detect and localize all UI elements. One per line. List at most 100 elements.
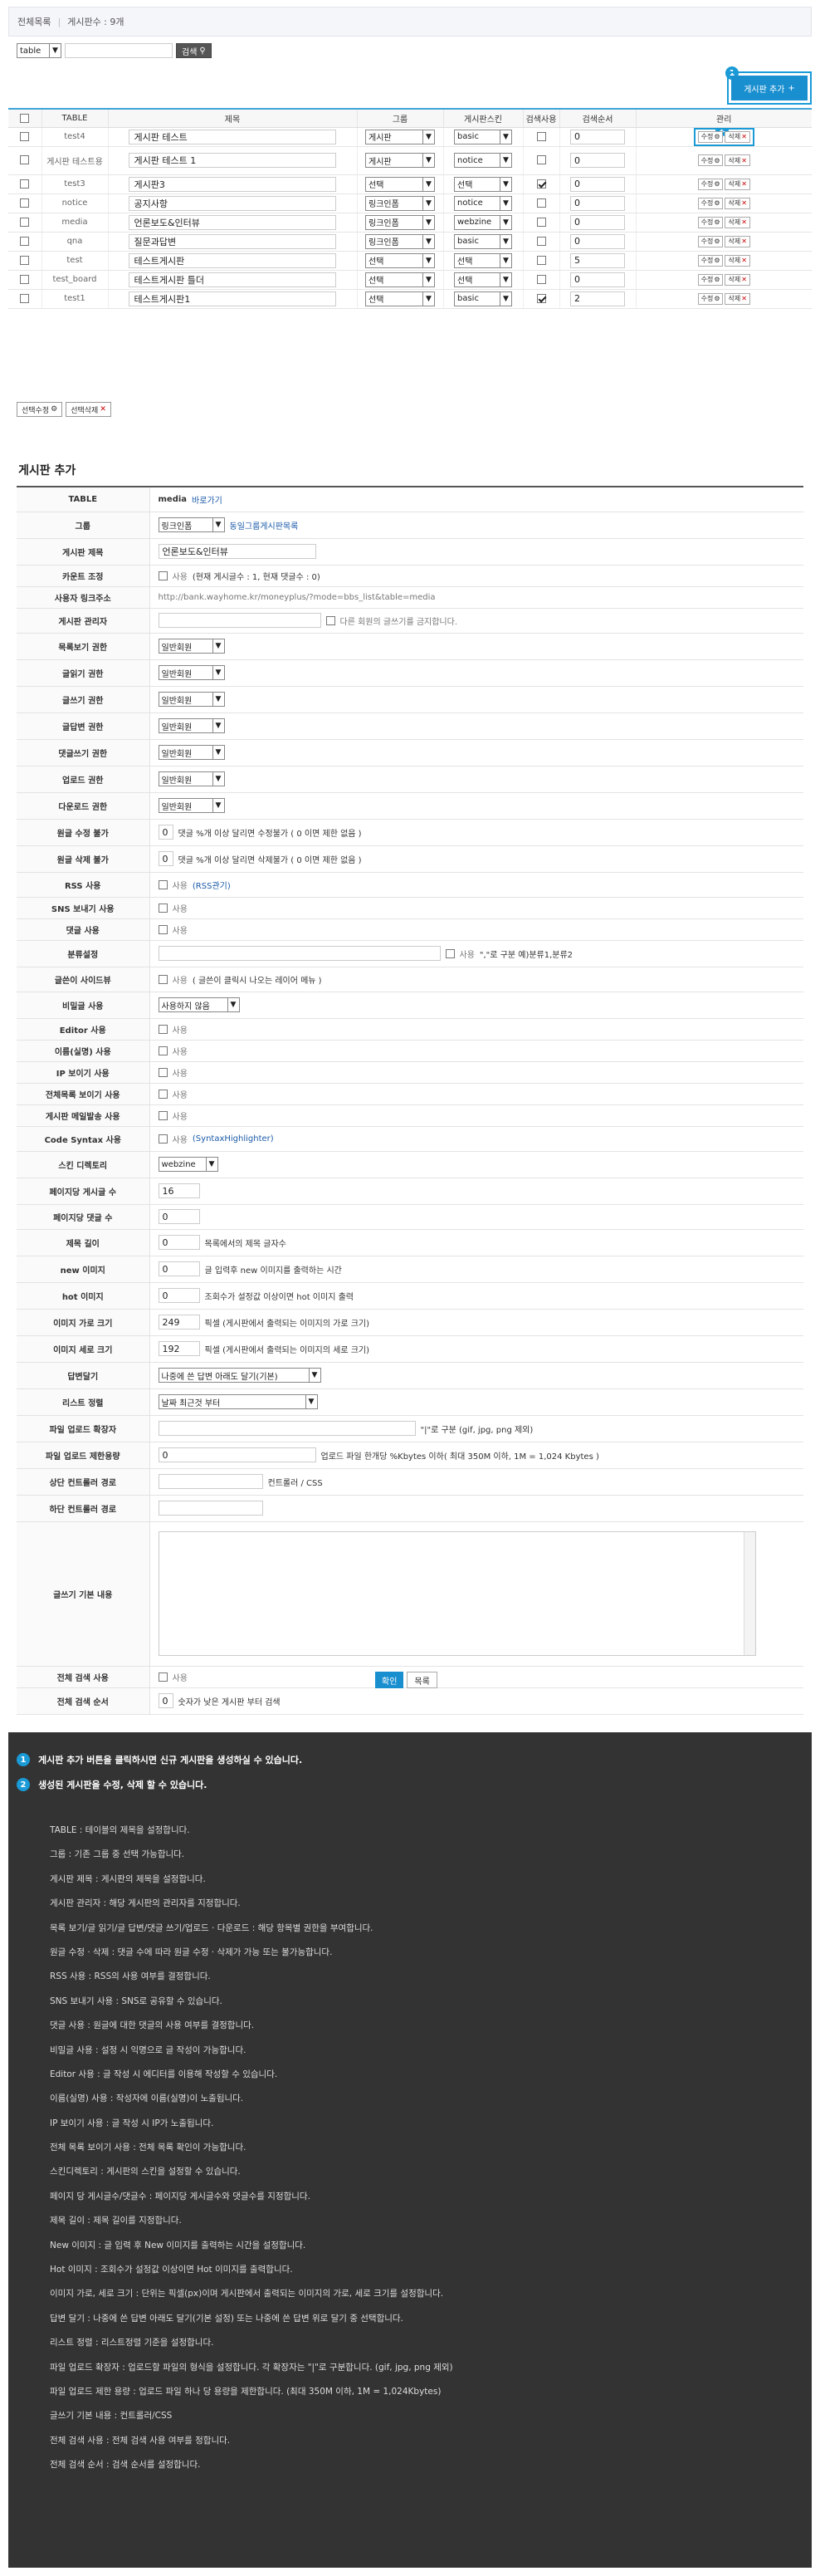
row-skin-select[interactable]: notice ▼ [454,195,512,211]
row-checkbox[interactable] [20,179,30,189]
text-input[interactable]: 0 [158,1209,200,1224]
select-field[interactable]: 일반회원 ▼ [158,745,225,760]
row-delete-button[interactable]: 삭제 ✕ [725,154,750,166]
checkbox-option[interactable]: 사용 [158,923,188,936]
text-input[interactable]: 언론보도&인터뷰 [158,544,316,559]
row-search-checkbox[interactable] [536,236,546,246]
row-edit-button[interactable]: 수정 ⚙ [697,216,724,228]
text-input[interactable]: 0 [158,1447,316,1462]
row-group-select[interactable]: 게시판 ▼ [365,129,435,144]
row-title-input[interactable]: 게시판 테스트 [128,129,336,144]
row-delete-button[interactable]: 삭제 ✕ [725,130,750,143]
search-button[interactable]: 검색 ⚲ [176,43,212,58]
checkbox-option[interactable]: 사용 [158,1088,188,1100]
row-edit-button[interactable]: 수정 ⚙ [697,273,724,286]
row-edit-button[interactable]: 수정 ⚙ [697,292,724,305]
row-order-input[interactable]: 0 [570,214,625,230]
row-skin-select[interactable]: notice ▼ [454,153,512,168]
row-title-input[interactable]: 질문과답변 [128,233,336,249]
select-field[interactable]: 날짜 최근것 부터 ▼ [158,1394,318,1409]
checkbox-option[interactable]: 사용 [158,973,188,986]
row-delete-button[interactable]: 삭제 ✕ [725,273,750,286]
row-title-input[interactable]: 게시판3 [128,176,336,192]
checkbox[interactable] [158,571,168,580]
search-field-select[interactable]: table ▼ [17,43,61,58]
select-field[interactable]: 일반회원 ▼ [158,665,225,680]
rss-link[interactable]: (RSS관기) [193,879,231,891]
checkbox[interactable] [158,1046,168,1055]
select-field[interactable]: 일반회원 ▼ [158,771,225,786]
row-order-input[interactable]: 0 [570,272,625,287]
row-edit-button[interactable]: 수정 ⚙ [697,178,724,190]
text-input[interactable] [158,1421,416,1436]
row-checkbox[interactable] [20,131,30,141]
row-skin-select[interactable]: 선택 ▼ [454,252,512,268]
row-checkbox[interactable] [20,236,30,246]
row-title-input[interactable]: 게시판 테스트 1 [128,153,336,168]
row-order-input[interactable]: 0 [570,153,625,168]
row-order-input[interactable]: 0 [570,176,625,192]
text-input[interactable]: 0 [158,1288,200,1303]
row-skin-select[interactable]: 선택 ▼ [454,176,512,192]
row-group-select[interactable]: 게시판 ▼ [365,153,435,168]
row-edit-button[interactable]: 수정 ⚙ [697,197,724,209]
row-skin-select[interactable]: webzine ▼ [454,214,512,230]
row-search-checkbox[interactable] [536,255,546,265]
row-skin-select[interactable]: basic ▼ [454,129,512,144]
row-title-input[interactable]: 테스트게시판 [128,252,336,268]
row-edit-button[interactable]: 수정 ⚙ [697,154,724,166]
row-checkbox[interactable] [20,198,30,208]
checkbox-option[interactable]: 사용 [158,1109,188,1122]
row-search-checkbox[interactable] [536,274,546,284]
row-checkbox[interactable] [20,217,30,227]
row-search-checkbox[interactable] [536,155,546,165]
row-group-select[interactable]: 선택 ▼ [365,291,435,306]
row-group-select[interactable]: 선택 ▼ [365,272,435,287]
select-field[interactable]: 링크인폼 ▼ [158,517,225,532]
list-button[interactable]: 목록 [407,1672,437,1688]
checkbox-option[interactable]: 사용 [158,1066,188,1079]
row-skin-select[interactable]: basic ▼ [454,233,512,249]
checkbox[interactable] [158,1089,168,1099]
row-edit-button[interactable]: 수정 ⚙ [697,235,724,247]
row-group-select[interactable]: 선택 ▼ [365,252,435,268]
text-input[interactable]: 0 [158,851,173,866]
row-title-input[interactable]: 테스트게시판1 [128,291,336,306]
select-field[interactable]: 일반회원 ▼ [158,692,225,707]
scrollbar[interactable] [743,1532,755,1655]
select-field[interactable]: 나중에 쓴 답변 아래도 달기(기본) ▼ [158,1368,321,1383]
text-input[interactable]: 0 [158,1235,200,1250]
checkbox[interactable] [158,974,168,984]
checkbox[interactable] [325,615,335,625]
row-edit-button[interactable]: 수정 ⚙ [697,130,724,143]
row-group-select[interactable]: 링크인폼 ▼ [365,214,435,230]
row-delete-button[interactable]: 삭제 ✕ [725,235,750,247]
row-title-input[interactable]: 공지사항 [128,195,336,211]
select-field[interactable]: 일반회원 ▼ [158,798,225,813]
checkbox-option[interactable]: 사용 [445,948,475,960]
syntax-link[interactable]: (SyntaxHighlighter) [193,1134,274,1144]
select-field[interactable]: 일반회원 ▼ [158,639,225,654]
row-group-select[interactable]: 선택 ▼ [365,176,435,192]
row-order-input[interactable]: 0 [570,195,625,211]
row-order-input[interactable]: 0 [570,233,625,249]
checkbox[interactable] [158,1134,168,1144]
text-input[interactable] [158,1474,263,1489]
checkbox-option[interactable]: 사용 [158,570,188,582]
text-input[interactable] [158,613,321,628]
row-checkbox[interactable] [20,155,30,165]
row-delete-button[interactable]: 삭제 ✕ [725,197,750,209]
checkbox[interactable] [158,1067,168,1077]
row-checkbox[interactable] [20,255,30,265]
search-input[interactable] [65,43,173,58]
text-input[interactable]: 16 [158,1183,200,1198]
row-order-input[interactable]: 5 [570,252,625,268]
text-input[interactable] [158,1501,263,1516]
checkbox[interactable] [158,879,168,889]
row-order-input[interactable]: 2 [570,291,625,306]
text-input[interactable]: 0 [158,1693,173,1708]
row-delete-button[interactable]: 삭제 ✕ [725,254,750,267]
row-search-checkbox[interactable] [536,293,546,303]
row-title-input[interactable]: 테스트게시판 틀더 [128,272,336,287]
checkbox-option[interactable]: 사용 [158,902,188,914]
